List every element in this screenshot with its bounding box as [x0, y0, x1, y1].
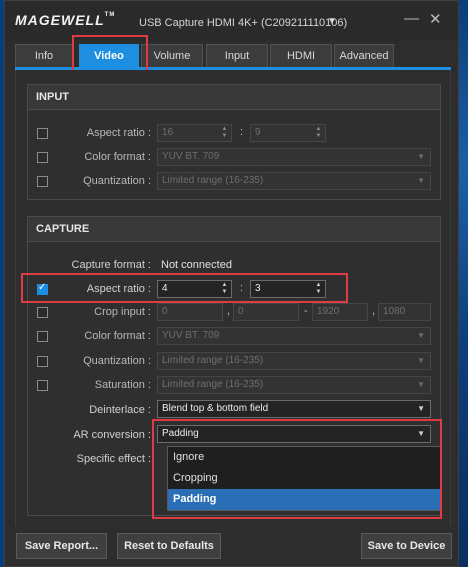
title-bar: MAGEWELLTM USB Capture HDMI 4K+ (C209211… — [5, 1, 458, 41]
crop-left-field[interactable]: 0 — [157, 303, 223, 321]
aspect-separator: : — [240, 126, 244, 138]
specific-effect-label: Specific effect : — [76, 453, 151, 465]
capture-quantization-label: Quantization : — [83, 355, 151, 367]
ar-conversion-label: AR conversion : — [73, 429, 151, 441]
device-selector-label[interactable]: USB Capture HDMI 4K+ (C209211110106) — [139, 17, 347, 29]
brand-logo: MAGEWELLTM — [15, 12, 116, 28]
reset-defaults-button[interactable]: Reset to Defaults — [117, 533, 221, 559]
capture-aspect-ratio-label: Aspect ratio : — [86, 283, 151, 295]
capture-group-title: CAPTURE — [36, 223, 90, 235]
spin-arrows-icon[interactable]: ▲ ▼ — [220, 126, 229, 140]
save-to-device-button[interactable]: Save to Device — [361, 533, 452, 559]
crop-separator: , — [227, 305, 231, 317]
input-group: INPUT Aspect ratio : 16 ▲ ▼ : 9 ▲ ▼ Color fo… — [27, 84, 441, 200]
tab-advanced[interactable]: Advanced — [334, 44, 394, 68]
input-aspect-w-field[interactable]: 16 ▲ ▼ — [157, 124, 232, 142]
spin-arrows-icon[interactable]: ▲ ▼ — [314, 282, 323, 296]
crop-top-field[interactable]: 0 — [233, 303, 299, 321]
capture-color-format-label: Color format : — [84, 330, 151, 342]
input-quantization-label: Quantization : — [83, 175, 151, 187]
tab-volume[interactable]: Volume — [141, 44, 203, 68]
ar-conversion-select[interactable]: Padding ▼ — [157, 425, 431, 443]
close-button[interactable]: ✕ — [429, 10, 442, 28]
input-color-format-select[interactable]: YUV BT. 709 ▼ — [157, 148, 431, 166]
capture-aspect-w-field[interactable]: 4 ▲ ▼ — [157, 280, 232, 298]
app-window: MAGEWELLTM USB Capture HDMI 4K+ (C209211… — [4, 0, 459, 567]
chevron-down-icon: ▼ — [417, 429, 425, 438]
chevron-down-icon: ▼ — [417, 152, 425, 161]
input-group-header: INPUT — [28, 85, 440, 110]
tab-input[interactable]: Input — [206, 44, 268, 68]
input-quantization-select[interactable]: Limited range (16-235) ▼ — [157, 172, 431, 190]
capture-group-header: CAPTURE — [28, 217, 440, 242]
capture-aspect-h-field[interactable]: 3 ▲ ▼ — [250, 280, 326, 298]
video-panel: INPUT Aspect ratio : 16 ▲ ▼ : 9 ▲ ▼ Color fo… — [15, 70, 451, 526]
chevron-down-icon: ▼ — [417, 404, 425, 413]
save-report-button[interactable]: Save Report... — [16, 533, 107, 559]
deinterlace-label: Deinterlace : — [89, 404, 151, 416]
saturation-select[interactable]: Limited range (16-235) ▼ — [157, 376, 431, 394]
input-aspect-ratio-label: Aspect ratio : — [86, 127, 151, 139]
tab-info[interactable]: Info — [15, 44, 73, 68]
chevron-down-icon: ▼ — [417, 356, 425, 365]
capture-format-value: Not connected — [161, 259, 232, 271]
crop-bottom-field[interactable]: 1080 — [378, 303, 431, 321]
spin-arrows-icon[interactable]: ▲ ▼ — [220, 282, 229, 296]
crop-separator: - — [304, 305, 308, 317]
crop-separator: , — [372, 305, 376, 317]
tab-bar: Info Video Volume Input HDMI Advanced — [13, 44, 453, 68]
aspect-separator: : — [240, 282, 244, 294]
input-color-format-label: Color format : — [84, 151, 151, 163]
input-group-title: INPUT — [36, 91, 69, 103]
chevron-down-icon: ▼ — [417, 331, 425, 340]
tab-hdmi[interactable]: HDMI — [270, 44, 332, 68]
deinterlace-select[interactable]: Blend top & bottom field ▼ — [157, 400, 431, 418]
minimize-button[interactable]: — — [404, 10, 419, 27]
option-padding[interactable]: Padding — [168, 489, 441, 510]
chevron-down-icon: ▼ — [417, 176, 425, 185]
desktop-background — [459, 0, 468, 567]
crop-input-label: Crop input : — [94, 306, 151, 318]
input-aspect-h-field[interactable]: 9 ▲ ▼ — [250, 124, 326, 142]
option-cropping[interactable]: Cropping — [168, 468, 441, 489]
crop-right-field[interactable]: 1920 — [312, 303, 368, 321]
capture-quantization-select[interactable]: Limited range (16-235) ▼ — [157, 352, 431, 370]
chevron-down-icon: ▼ — [417, 380, 425, 389]
option-ignore[interactable]: Ignore — [168, 447, 441, 468]
capture-format-label: Capture format : — [71, 259, 151, 271]
ar-conversion-options-list: Ignore Cropping Padding — [167, 446, 442, 511]
tab-video[interactable]: Video — [79, 44, 139, 68]
saturation-label: Saturation : — [94, 379, 151, 391]
chevron-down-icon[interactable]: ▼ — [327, 16, 337, 27]
spin-arrows-icon[interactable]: ▲ ▼ — [314, 126, 323, 140]
capture-color-format-select[interactable]: YUV BT. 709 ▼ — [157, 327, 431, 345]
